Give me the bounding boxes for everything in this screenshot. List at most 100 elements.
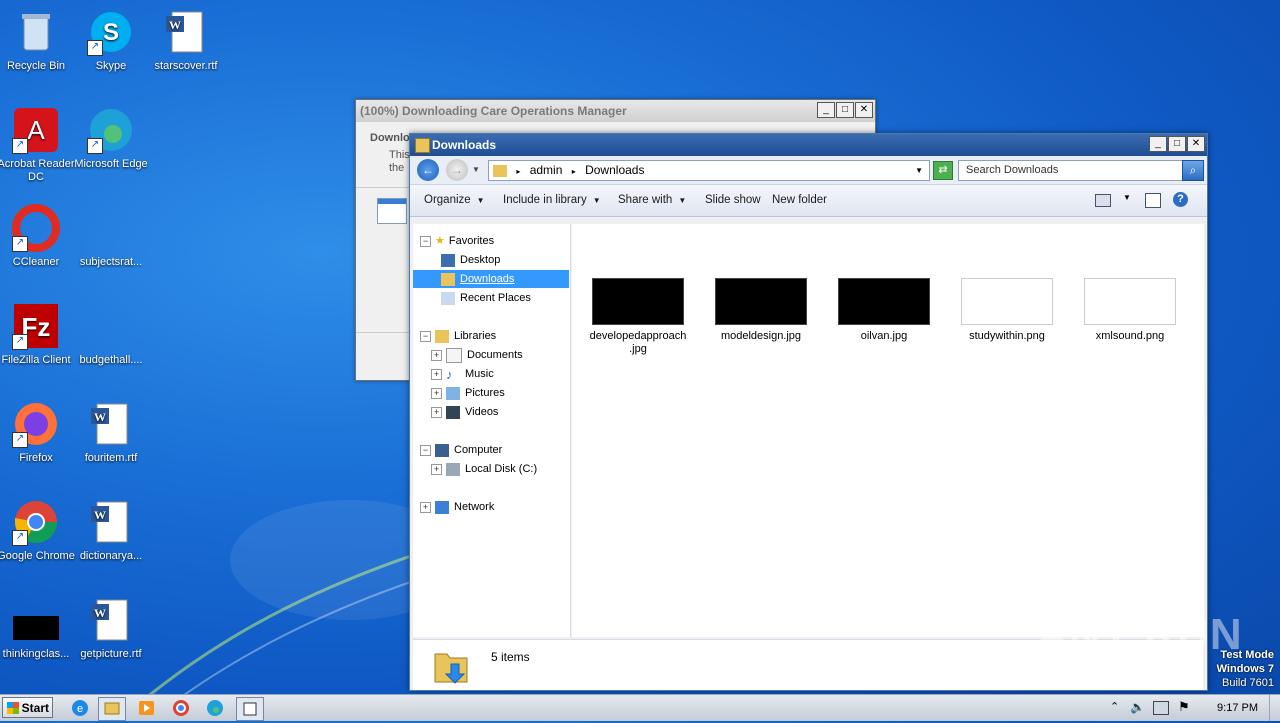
desktop-icon-thinkingclas[interactable]: thinkingclas... [0,596,78,661]
show-hidden-icons[interactable]: ⌃ [1110,700,1119,713]
change-view-icon[interactable] [1095,194,1111,207]
folder-icon [493,164,507,177]
command-bar: Organize ▼ Include in library ▼ Share with… [410,185,1207,217]
desktop-icon-starscover[interactable]: W starscover.rtf [144,8,228,73]
help-icon[interactable]: ? [1173,192,1188,207]
close-button[interactable]: ✕ [855,102,873,118]
nav-videos[interactable]: + Videos [431,403,498,421]
view-dropdown[interactable]: ▼ [1123,193,1131,202]
file-item[interactable]: developedapproach .jpg [588,278,688,356]
minimize-button[interactable]: _ [1149,136,1167,152]
network-tray-icon[interactable] [1153,701,1169,715]
breadcrumb-admin[interactable]: admin [530,163,563,177]
taskbar-clock[interactable]: 9:17 PM [1217,695,1258,721]
image-thumbnail [592,278,684,325]
refresh-button[interactable]: ⇄ [933,161,953,180]
folder-icon [415,138,430,153]
image-thumbnail [715,278,807,325]
desktop-icon-getpicture[interactable]: W getpicture.rtf [69,596,153,661]
search-button[interactable]: ⌕ [1182,160,1204,181]
share-with-menu[interactable]: Share with ▼ [618,185,686,216]
maximize-button[interactable]: □ [1168,136,1186,152]
ccleaner-icon: ↗ [12,204,60,252]
nav-computer[interactable]: − Computer [420,441,502,459]
desktop-icon-recycle-bin[interactable]: Recycle Bin [0,8,78,73]
explorer-taskbar-icon[interactable] [98,697,126,721]
nav-documents[interactable]: + Documents [431,346,523,364]
installer-text-2: the [389,162,405,174]
address-dropdown[interactable]: ▼ [915,161,923,180]
windows-watermark: Test Mode Windows 7 Build 7601 [1216,649,1274,689]
nav-recent-places[interactable]: Recent Places [441,289,531,307]
include-in-library-menu[interactable]: Include in library ▼ [503,185,601,216]
preview-pane-icon[interactable] [1145,193,1161,208]
desktop-icon-edge[interactable]: ↗ Microsoft Edge [69,106,153,171]
filezilla-icon: Fz ↗ [12,302,60,350]
media-player-icon[interactable] [134,697,160,719]
search-input[interactable]: Search Downloads [958,160,1187,181]
new-folder-button[interactable]: New folder [772,185,827,216]
file-item[interactable]: xmlsound.png [1080,278,1180,343]
breadcrumb-downloads[interactable]: Downloads [585,163,644,177]
nav-libraries[interactable]: − Libraries [420,327,496,345]
image-thumbnail [961,278,1053,325]
back-button[interactable]: ← [417,159,439,181]
word-doc-icon: W [87,498,135,546]
image-thumbnail [838,278,930,325]
explorer-window[interactable]: Downloads _ □ ✕ ← → ▼ ▸ admin ▸ Download… [409,133,1208,691]
desktop-icon-chrome[interactable]: ↗ Google Chrome [0,498,78,563]
slide-show-button[interactable]: Slide show [705,185,761,216]
desktop-icon-budgethall[interactable]: budgethall.... [69,302,153,367]
address-bar-area: ← → ▼ ▸ admin ▸ Downloads ▼ ⇄ Search Dow… [410,156,1207,185]
installer-heading: Downlo [370,132,410,144]
nav-pictures[interactable]: + Pictures [431,384,505,402]
file-item[interactable]: oilvan.jpg [834,278,934,343]
word-doc-icon: W [162,8,210,56]
explorer-titlebar[interactable]: Downloads [410,134,1207,156]
chrome-icon: ↗ [12,498,60,546]
nav-desktop[interactable]: Desktop [441,251,500,269]
maximize-button[interactable]: □ [836,102,854,118]
recent-pages-dropdown[interactable]: ▼ [472,165,480,174]
svg-text:W: W [94,410,106,424]
svg-text:W: W [94,606,106,620]
blank-file-icon [87,204,135,252]
desktop-icon-dictionarya[interactable]: W dictionarya... [69,498,153,563]
file-item[interactable]: studywithin.png [957,278,1057,343]
word-doc-icon: W [87,400,135,448]
desktop-icon-subjectsrat[interactable]: subjectsrat... [69,204,153,269]
desktop-icon-skype[interactable]: S ↗ Skype [69,8,153,73]
nav-local-disk[interactable]: + Local Disk (C:) [431,460,537,478]
minimize-button[interactable]: _ [817,102,835,118]
desktop-icon-ccleaner[interactable]: ↗ CCleaner [0,204,78,269]
file-item[interactable]: modeldesign.jpg [711,278,811,343]
acrobat-icon: A ↗ [12,106,60,154]
ie-icon[interactable]: e [67,697,93,719]
start-button[interactable]: Start [2,697,53,718]
installer-taskbar-icon[interactable] [236,697,264,721]
volume-icon[interactable]: 🔈 [1130,700,1145,714]
organize-menu[interactable]: Organize ▼ [424,185,485,216]
image-thumbnail [1084,278,1176,325]
navigation-pane: − ★ Favorites Desktop Downloads Recent Pla… [413,224,571,637]
nav-favorites[interactable]: − ★ Favorites [420,232,494,250]
edge-taskbar-icon[interactable] [202,697,228,719]
close-button[interactable]: ✕ [1187,136,1205,152]
action-center-flag-icon[interactable]: ⚑ [1178,699,1190,715]
desktop-icon-filezilla[interactable]: Fz ↗ FileZilla Client [0,302,78,367]
desktop-icon-fouritem[interactable]: W fouritem.rtf [69,400,153,465]
windows-logo-icon [7,702,19,714]
nav-network[interactable]: + Network [420,498,494,516]
desktop-icon-acrobat[interactable]: A ↗ Acrobat Reader DC [0,106,78,184]
nav-downloads[interactable]: Downloads [413,270,569,288]
svg-text:e: e [77,703,83,715]
edge-icon: ↗ [87,106,135,154]
address-field[interactable]: ▸ admin ▸ Downloads ▼ [488,160,930,181]
svg-text:S: S [103,19,119,46]
chrome-taskbar-icon[interactable] [168,697,194,719]
svg-text:W: W [94,508,106,522]
nav-music[interactable]: + ♪ Music [431,365,494,383]
show-desktop-button[interactable] [1269,695,1280,721]
desktop-icon-firefox[interactable]: ↗ Firefox [0,400,78,465]
forward-button[interactable]: → [446,159,468,181]
